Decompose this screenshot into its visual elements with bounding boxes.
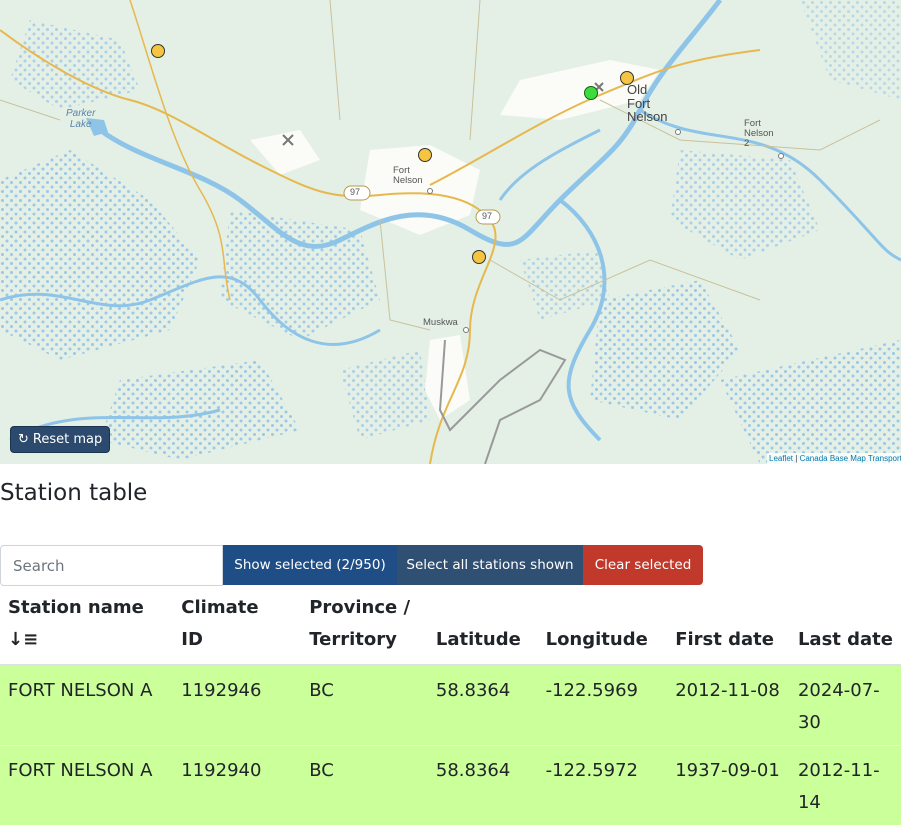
station-marker[interactable]: [472, 250, 486, 264]
cell-first-date: 2012-11-08: [667, 665, 790, 746]
cell-last-date: 2024-07-30: [789, 665, 901, 746]
reset-map-button[interactable]: ↻ Reset map: [10, 426, 111, 453]
cell-longitude: -122.5972: [537, 745, 668, 825]
table-row[interactable]: FORT NELSON A 1192946 BC 58.8364 -122.59…: [0, 665, 901, 746]
table-header-row: Station name ↓≡ Climate ID Province / Te…: [0, 592, 901, 666]
sort-descending-icon[interactable]: ↓≡: [8, 629, 38, 650]
place-label-fort-nelson-2: Fort Nelson 2: [744, 118, 774, 149]
station-map[interactable]: Parker Lake Fort Nelson Old Fort Nelson …: [0, 0, 901, 464]
map-attribution: Leaflet | Canada Base Map Transportation: [767, 453, 901, 464]
cell-province: BC: [301, 665, 428, 746]
place-label-muskwa: Muskwa: [423, 317, 458, 328]
attribution-separator: |: [795, 454, 798, 463]
column-header-latitude[interactable]: Latitude: [427, 592, 538, 666]
cell-first-date: 1937-09-01: [667, 745, 790, 825]
cell-province: BC: [301, 745, 428, 825]
select-all-button[interactable]: Select all stations shown: [397, 545, 583, 585]
place-label-old-fort-nelson: Old Fort Nelson: [627, 82, 668, 125]
column-header-station-name[interactable]: Station name ↓≡: [0, 592, 174, 666]
section-title: Station table: [0, 480, 148, 506]
highway-shield-label: 97: [350, 187, 361, 197]
column-header-province[interactable]: Province / Territory: [301, 592, 428, 666]
reset-map-label: Reset map: [32, 432, 103, 447]
station-marker[interactable]: [418, 148, 432, 162]
place-label-fort-nelson: Fort Nelson: [393, 165, 423, 186]
station-marker[interactable]: [620, 71, 634, 85]
cell-climate-id: 1192946: [173, 665, 302, 746]
refresh-icon: ↻: [18, 432, 29, 447]
cell-last-date: 2012-11-14: [789, 745, 901, 825]
station-table: Station name ↓≡ Climate ID Province / Te…: [0, 592, 901, 825]
show-selected-button[interactable]: Show selected (2/950): [223, 545, 397, 585]
station-marker[interactable]: [151, 44, 165, 58]
column-header-label: ID: [181, 629, 203, 650]
cell-station-name: FORT NELSON A: [0, 665, 174, 746]
cell-station-name: FORT NELSON A: [0, 745, 174, 825]
highway-shield-label: 97: [482, 211, 493, 221]
column-header-first-date[interactable]: First date: [667, 592, 790, 666]
column-header-label: Climate: [181, 597, 259, 618]
clear-selected-button[interactable]: Clear selected: [583, 545, 703, 585]
column-header-label: Station name: [8, 597, 144, 618]
column-header-climate-id[interactable]: Climate ID: [173, 592, 302, 666]
search-input[interactable]: [0, 545, 223, 586]
column-header-label: Territory: [309, 629, 397, 650]
leaflet-link[interactable]: Leaflet: [769, 454, 793, 463]
column-header-longitude[interactable]: Longitude: [537, 592, 668, 666]
cell-latitude: 58.8364: [427, 745, 538, 825]
cell-longitude: -122.5969: [537, 665, 668, 746]
map-basemap: [0, 0, 901, 464]
table-row[interactable]: FORT NELSON A 1192940 BC 58.8364 -122.59…: [0, 745, 901, 825]
cell-climate-id: 1192940: [173, 745, 302, 825]
place-label-parker-lake: Parker Lake: [66, 108, 96, 130]
column-header-last-date[interactable]: Last date: [789, 592, 901, 666]
cell-latitude: 58.8364: [427, 665, 538, 746]
column-header-label: Province /: [309, 597, 411, 618]
station-marker-selected[interactable]: [584, 86, 598, 100]
attribution-source-link[interactable]: Canada Base Map Transportation: [800, 454, 901, 463]
